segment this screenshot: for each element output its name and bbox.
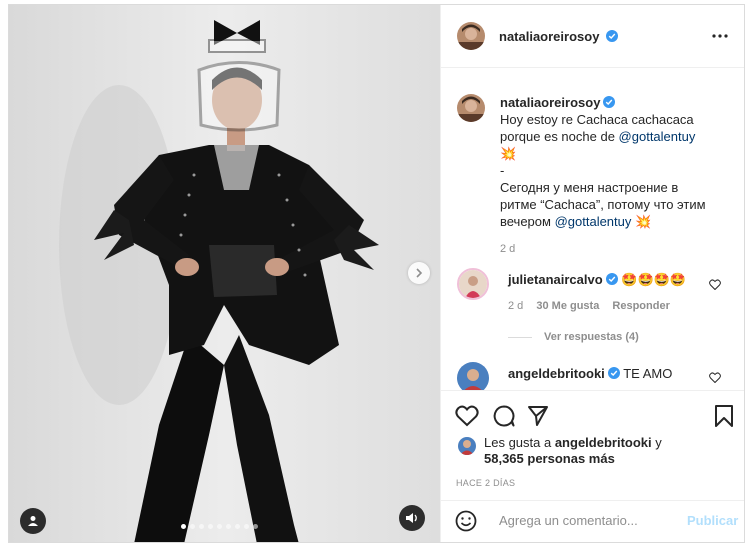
carousel-dot bbox=[181, 524, 186, 529]
share-icon[interactable] bbox=[527, 405, 549, 427]
reply-button[interactable]: Responder bbox=[612, 300, 669, 312]
verified-badge-icon bbox=[606, 30, 619, 42]
user-icon bbox=[28, 516, 38, 526]
liker-username[interactable]: angeldebritooki bbox=[555, 435, 652, 450]
carousel-dot bbox=[226, 524, 231, 529]
likes-suffix: y bbox=[651, 435, 662, 450]
likes-count[interactable]: 58,365 personas más bbox=[484, 451, 734, 467]
chevron-right-icon bbox=[416, 268, 423, 278]
comment-text: TE AMO bbox=[623, 366, 673, 381]
liker-avatar[interactable] bbox=[458, 437, 476, 455]
post-media[interactable] bbox=[9, 5, 440, 542]
post-sidebar: nataliaoreirosoy nataliaoreirosoy Hoy es… bbox=[440, 5, 744, 542]
likes-summary: Les gusta a angeldebritooki y 58,365 per… bbox=[484, 435, 734, 467]
caption-avatar[interactable] bbox=[457, 94, 485, 122]
emoji: 💥 bbox=[500, 146, 517, 161]
commenter-username[interactable]: julietanaircalvo bbox=[508, 272, 603, 287]
more-options-icon[interactable] bbox=[709, 29, 731, 43]
caption-line: вечером bbox=[500, 214, 555, 229]
comment-composer: Agrega un comentario... Publicar bbox=[441, 500, 744, 540]
commenter-username[interactable]: angeldebritooki bbox=[508, 366, 605, 381]
verified-badge-icon bbox=[605, 273, 618, 285]
emoji-icon[interactable] bbox=[455, 510, 477, 532]
heart-icon[interactable] bbox=[455, 405, 479, 427]
carousel-dot bbox=[244, 524, 249, 529]
carousel-dot bbox=[190, 524, 195, 529]
divider bbox=[508, 336, 532, 338]
volume-icon bbox=[406, 513, 417, 523]
post-photo bbox=[9, 5, 440, 542]
comment-text: 🤩🤩🤩🤩 bbox=[621, 272, 687, 287]
carousel-dot bbox=[199, 524, 204, 529]
next-slide-button[interactable] bbox=[408, 262, 430, 284]
author-avatar[interactable] bbox=[457, 22, 485, 50]
comment-input[interactable]: Agrega un comentario... bbox=[499, 513, 638, 528]
caption-text: nataliaoreirosoy Hoy estoy re Cachaca ca… bbox=[500, 94, 730, 258]
caption-line: ритме “Cachaca”, потому что этим bbox=[500, 197, 706, 212]
caption-username[interactable]: nataliaoreirosoy bbox=[500, 95, 600, 110]
caption-line: Сегодня у меня настроение в bbox=[500, 180, 679, 195]
carousel-dot bbox=[208, 524, 213, 529]
mention-link[interactable]: @gottalentuy bbox=[555, 214, 632, 229]
post-actions: Les gusta a angeldebritooki y 58,365 per… bbox=[441, 390, 744, 540]
likes-prefix: Les gusta a bbox=[484, 435, 555, 450]
caption-line: - bbox=[500, 163, 505, 178]
like-comment-icon[interactable] bbox=[709, 279, 721, 290]
carousel-dot bbox=[217, 524, 222, 529]
emoji: 💥 bbox=[635, 214, 652, 229]
carousel-dot bbox=[253, 524, 258, 529]
verified-badge-icon bbox=[607, 367, 620, 379]
caption-time[interactable]: 2 d bbox=[500, 241, 730, 258]
like-comment-icon[interactable] bbox=[709, 372, 721, 383]
carousel-dot bbox=[235, 524, 240, 529]
post-header: nataliaoreirosoy bbox=[441, 5, 744, 68]
mention-link[interactable]: @gottalentuy bbox=[619, 129, 696, 144]
carousel-indicator bbox=[181, 524, 258, 529]
commenter-avatar[interactable] bbox=[457, 362, 489, 390]
verified-badge-icon bbox=[603, 96, 616, 108]
sound-toggle-button[interactable] bbox=[399, 505, 425, 531]
comment-time[interactable]: 2 d bbox=[508, 300, 523, 312]
comment-icon[interactable] bbox=[492, 405, 516, 427]
post-timestamp[interactable]: HACE 2 DÍAS bbox=[456, 478, 515, 488]
view-replies-button[interactable]: Ver respuestas (4) bbox=[544, 331, 639, 343]
commenter-avatar[interactable] bbox=[457, 268, 489, 300]
comments-section[interactable]: nataliaoreirosoy Hoy estoy re Cachaca ca… bbox=[441, 68, 744, 390]
caption-line: Hoy estoy re Cachaca cachacaca bbox=[500, 112, 694, 127]
publish-button[interactable]: Publicar bbox=[687, 513, 738, 528]
caption-line: porque es noche de bbox=[500, 129, 619, 144]
tagged-users-button[interactable] bbox=[20, 508, 46, 534]
comment-likes[interactable]: 30 Me gusta bbox=[536, 300, 599, 312]
author-username[interactable]: nataliaoreirosoy bbox=[499, 29, 599, 44]
bookmark-icon[interactable] bbox=[714, 405, 734, 427]
post-dialog: nataliaoreirosoy nataliaoreirosoy Hoy es… bbox=[8, 4, 745, 543]
